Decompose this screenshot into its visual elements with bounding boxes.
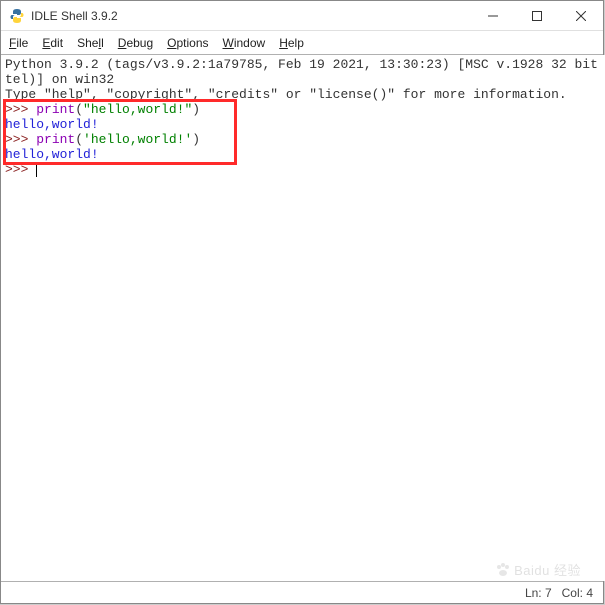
window-controls bbox=[471, 1, 603, 31]
string-literal: 'hello,world!' bbox=[83, 132, 192, 147]
idle-window: IDLE Shell 3.9.2 File Edit Shell Debug O… bbox=[0, 0, 604, 604]
menu-edit[interactable]: Edit bbox=[42, 36, 63, 50]
paren: ) bbox=[192, 132, 200, 147]
statusbar: Ln: 7 Col: 4 bbox=[1, 581, 603, 603]
watermark: Baidu 经验 bbox=[495, 560, 581, 579]
shell-text-area[interactable]: Python 3.9.2 (tags/v3.9.2:1a79785, Feb 1… bbox=[1, 55, 605, 581]
banner-line: Type "help", "copyright", "credits" or "… bbox=[5, 87, 567, 102]
keyword: print bbox=[36, 132, 75, 147]
minimize-button[interactable] bbox=[471, 1, 515, 31]
output-line: hello,world! bbox=[5, 147, 99, 162]
content-wrap: Python 3.9.2 (tags/v3.9.2:1a79785, Feb 1… bbox=[1, 55, 603, 581]
prompt: >>> bbox=[5, 102, 36, 117]
menu-file[interactable]: File bbox=[9, 36, 28, 50]
menu-window[interactable]: Window bbox=[223, 36, 266, 50]
watermark-text: Baidu 经验 bbox=[514, 560, 581, 579]
status-line: Ln: 7 bbox=[525, 586, 552, 600]
python-icon bbox=[9, 8, 25, 24]
status-col: Col: 4 bbox=[562, 586, 593, 600]
text-cursor bbox=[36, 164, 37, 177]
banner-line: tel)] on win32 bbox=[5, 72, 114, 87]
keyword: print bbox=[36, 102, 75, 117]
banner-line: Python 3.9.2 (tags/v3.9.2:1a79785, Feb 1… bbox=[5, 57, 605, 72]
menubar: File Edit Shell Debug Options Window Hel… bbox=[1, 31, 603, 55]
window-title: IDLE Shell 3.9.2 bbox=[31, 9, 471, 23]
menu-help[interactable]: Help bbox=[279, 36, 304, 50]
close-button[interactable] bbox=[559, 1, 603, 31]
paren: ( bbox=[75, 102, 83, 117]
menu-shell[interactable]: Shell bbox=[77, 36, 104, 50]
output-line: hello,world! bbox=[5, 117, 99, 132]
menu-options[interactable]: Options bbox=[167, 36, 208, 50]
maximize-button[interactable] bbox=[515, 1, 559, 31]
prompt: >>> bbox=[5, 132, 36, 147]
prompt: >>> bbox=[5, 162, 36, 177]
paren: ) bbox=[192, 102, 200, 117]
menu-debug[interactable]: Debug bbox=[118, 36, 153, 50]
paren: ( bbox=[75, 132, 83, 147]
string-literal: "hello,world!" bbox=[83, 102, 192, 117]
titlebar[interactable]: IDLE Shell 3.9.2 bbox=[1, 1, 603, 31]
